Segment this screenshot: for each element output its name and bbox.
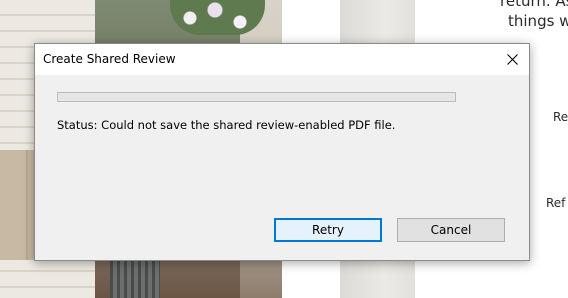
close-icon	[506, 53, 518, 65]
progress-bar	[57, 92, 456, 102]
status-text: Status: Could not save the shared review…	[57, 118, 396, 132]
dialog-titlebar: Create Shared Review	[35, 44, 529, 75]
background-flowers	[170, 0, 265, 35]
background-text-line: Ref	[546, 196, 566, 210]
cancel-button[interactable]: Cancel	[397, 218, 505, 242]
background-text-line: return. As	[500, 0, 568, 10]
background-chair	[110, 255, 160, 298]
retry-button[interactable]: Retry	[274, 218, 382, 242]
close-button[interactable]	[495, 44, 529, 74]
create-shared-review-dialog: Create Shared Review Status: Could not s…	[34, 43, 530, 261]
background-text-line: Re	[553, 110, 568, 124]
dialog-title: Create Shared Review	[43, 52, 176, 66]
background-text-line: things we	[508, 12, 568, 30]
